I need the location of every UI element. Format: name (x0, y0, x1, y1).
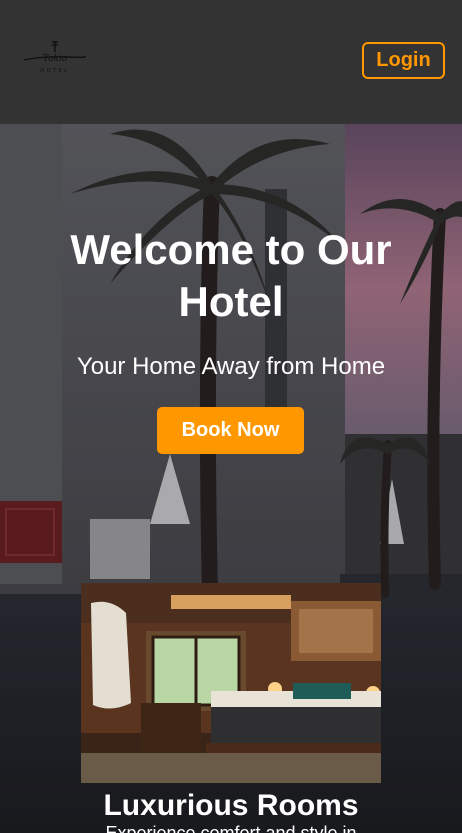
hotel-logo[interactable]: Tokio HOTEL (22, 40, 86, 76)
login-button[interactable]: Login (362, 42, 445, 79)
featured-room-description: Experience comfort and style in (105, 823, 357, 833)
logo-subtext: HOTEL (40, 68, 69, 74)
navbar: Tokio HOTEL Login (0, 0, 462, 124)
hero-title: Welcome to Our Hotel (70, 226, 392, 325)
book-now-button[interactable]: Book Now (157, 407, 304, 454)
room-photo (81, 583, 381, 783)
logo-text: Tokio (43, 54, 68, 64)
featured-room-title: Luxurious Rooms (103, 789, 359, 822)
hero-subtitle: Your Home Away from Home (76, 353, 386, 380)
hero-section: Welcome to Our Hotel Your Home Away from… (0, 124, 462, 833)
